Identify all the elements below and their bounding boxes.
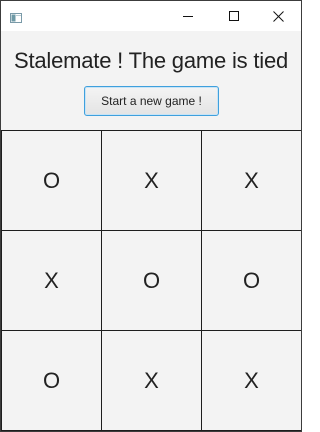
close-button[interactable] [255, 1, 301, 31]
game-window: Stalemate ! The game is tied Start a new… [0, 0, 302, 432]
board-cell-r2c1[interactable]: X [2, 231, 102, 331]
game-board: O X X X O O O X X [1, 130, 301, 431]
board-cell-r3c1[interactable]: O [2, 331, 102, 431]
board-cell-r1c1[interactable]: O [2, 131, 102, 231]
board-cell-r3c3[interactable]: X [202, 331, 301, 431]
board-cell-r1c3[interactable]: X [202, 131, 301, 231]
board-cell-r2c2[interactable]: O [102, 231, 202, 331]
title-bar[interactable] [1, 1, 301, 31]
minimize-button[interactable] [165, 1, 211, 31]
maximize-icon [229, 11, 239, 21]
game-status-text: Stalemate ! The game is tied [13, 48, 289, 73]
maximize-button[interactable] [211, 1, 257, 31]
app-icon [10, 10, 22, 23]
close-icon [272, 10, 284, 22]
board-cell-r2c3[interactable]: O [202, 231, 301, 331]
board-cell-r1c2[interactable]: X [102, 131, 202, 231]
board-cell-r3c2[interactable]: X [102, 331, 202, 431]
new-game-button[interactable]: Start a new game ! [84, 86, 219, 116]
minimize-icon [183, 16, 193, 17]
